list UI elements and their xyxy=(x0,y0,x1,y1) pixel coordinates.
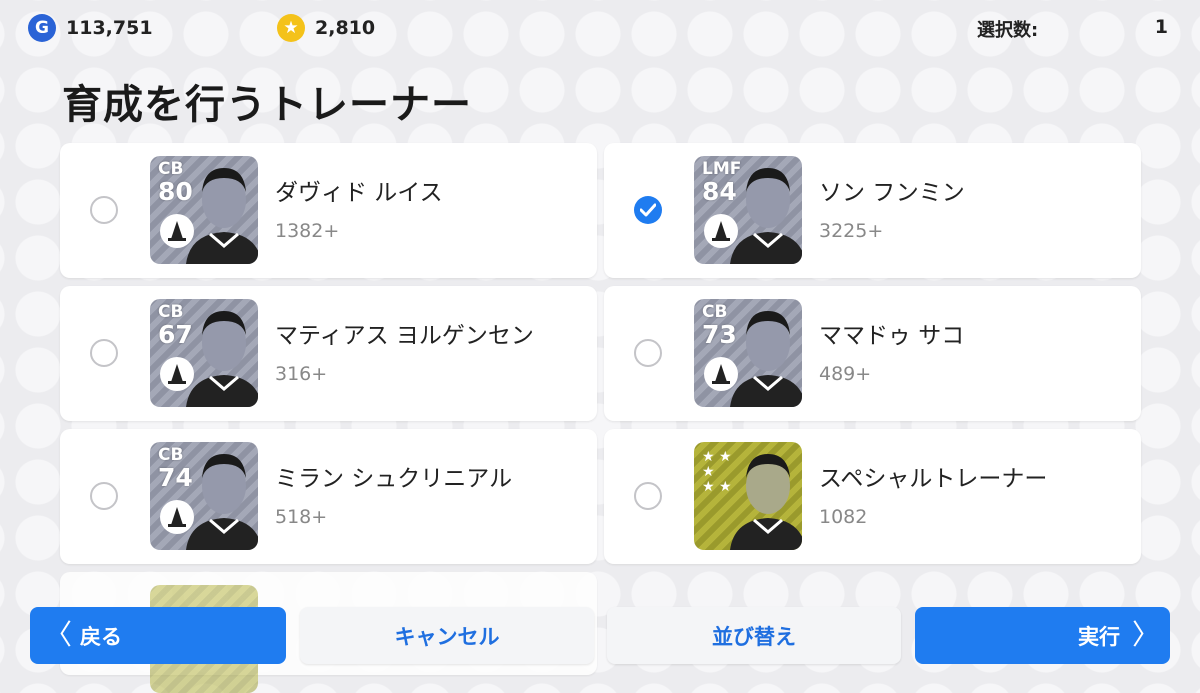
player-rating: 74 xyxy=(158,463,193,492)
player-thumbnail: CB 80 xyxy=(150,156,258,264)
trainer-card-special[interactable]: ★ ★ ★ ★ ★ スペシャルトレーナー 1082 xyxy=(604,429,1141,564)
selection-count-label: 選択数: xyxy=(977,20,1039,41)
player-position: CB xyxy=(158,159,184,179)
player-silhouette-icon xyxy=(186,454,258,550)
select-radio[interactable] xyxy=(634,339,662,367)
trainer-cone-icon xyxy=(160,214,194,248)
cancel-label: キャンセル xyxy=(394,624,500,649)
player-position: CB xyxy=(158,302,184,322)
coin-balance: ★ 2,810 xyxy=(277,14,375,42)
gp-balance: G 113,751 xyxy=(28,14,153,42)
player-cost: 518+ xyxy=(275,506,328,528)
player-name: ママドゥ サコ xyxy=(819,323,965,349)
trainer-cone-icon xyxy=(160,500,194,534)
player-rating: 73 xyxy=(702,320,737,349)
player-name: ミラン シュクリニアル xyxy=(275,466,513,492)
player-thumbnail: CB 67 xyxy=(150,299,258,407)
player-cost: 316+ xyxy=(275,363,328,385)
page-title: 育成を行うトレーナー xyxy=(62,82,472,128)
player-silhouette-icon xyxy=(730,454,802,550)
trainer-cone-icon xyxy=(160,357,194,391)
player-rating: 80 xyxy=(158,177,193,206)
sort-button[interactable]: 並び替え xyxy=(607,607,901,664)
select-radio[interactable] xyxy=(90,482,118,510)
player-position: LMF xyxy=(702,159,742,179)
back-button[interactable]: 〈 戻る xyxy=(30,607,286,664)
player-silhouette-icon xyxy=(186,168,258,264)
trainer-card[interactable]: CB 73 ママドゥ サコ 489+ xyxy=(604,286,1141,421)
star-rank-icon: ★ ★ ★ ★ ★ xyxy=(702,449,732,495)
player-cost: 1382+ xyxy=(275,220,340,242)
coin-value: 2,810 xyxy=(315,17,376,39)
chevron-left-icon: 〈 xyxy=(44,618,73,651)
trainer-cone-icon xyxy=(704,214,738,248)
player-silhouette-icon xyxy=(730,311,802,407)
checkmark-icon xyxy=(640,203,656,217)
trainer-card[interactable]: LMF 84 ソン フンミン 3225+ xyxy=(604,143,1141,278)
player-silhouette-icon xyxy=(186,311,258,407)
player-position: CB xyxy=(702,302,728,322)
coin-icon: ★ xyxy=(277,14,305,42)
trainer-card[interactable]: CB 67 マティアス ヨルゲンセン 316+ xyxy=(60,286,597,421)
player-thumbnail: CB 74 xyxy=(150,442,258,550)
execute-label: 実行 xyxy=(1078,624,1120,649)
execute-button[interactable]: 実行 〉 xyxy=(915,607,1170,664)
top-bar: G 113,751 ★ 2,810 選択数: 1 xyxy=(0,0,1200,56)
select-radio[interactable] xyxy=(90,339,118,367)
trainer-card[interactable]: CB 74 ミラン シュクリニアル 518+ xyxy=(60,429,597,564)
player-name: マティアス ヨルゲンセン xyxy=(275,323,534,349)
selection-count-value: 1 xyxy=(1154,16,1168,38)
select-radio[interactable] xyxy=(90,196,118,224)
back-label: 戻る xyxy=(80,624,122,649)
player-rating: 84 xyxy=(702,177,737,206)
player-name: ソン フンミン xyxy=(819,180,965,206)
player-cost: 489+ xyxy=(819,363,872,385)
player-position: CB xyxy=(158,445,184,465)
gp-icon: G xyxy=(28,14,56,42)
player-rating: 67 xyxy=(158,320,193,349)
player-cost: 3225+ xyxy=(819,220,884,242)
player-thumbnail: LMF 84 xyxy=(694,156,802,264)
player-name: スペシャルトレーナー xyxy=(819,466,1048,492)
sort-label: 並び替え xyxy=(712,624,796,649)
player-cost: 1082 xyxy=(819,506,868,528)
trainer-cone-icon xyxy=(704,357,738,391)
trainer-card[interactable]: CB 80 ダヴィド ルイス 1382+ xyxy=(60,143,597,278)
select-radio-checked[interactable] xyxy=(634,196,662,224)
select-radio[interactable] xyxy=(634,482,662,510)
special-trainer-thumbnail: ★ ★ ★ ★ ★ xyxy=(694,442,802,550)
cancel-button[interactable]: キャンセル xyxy=(300,607,594,664)
chevron-right-icon: 〉 xyxy=(1131,618,1160,651)
player-thumbnail: CB 73 xyxy=(694,299,802,407)
player-name: ダヴィド ルイス xyxy=(275,180,443,206)
gp-value: 113,751 xyxy=(66,17,153,39)
